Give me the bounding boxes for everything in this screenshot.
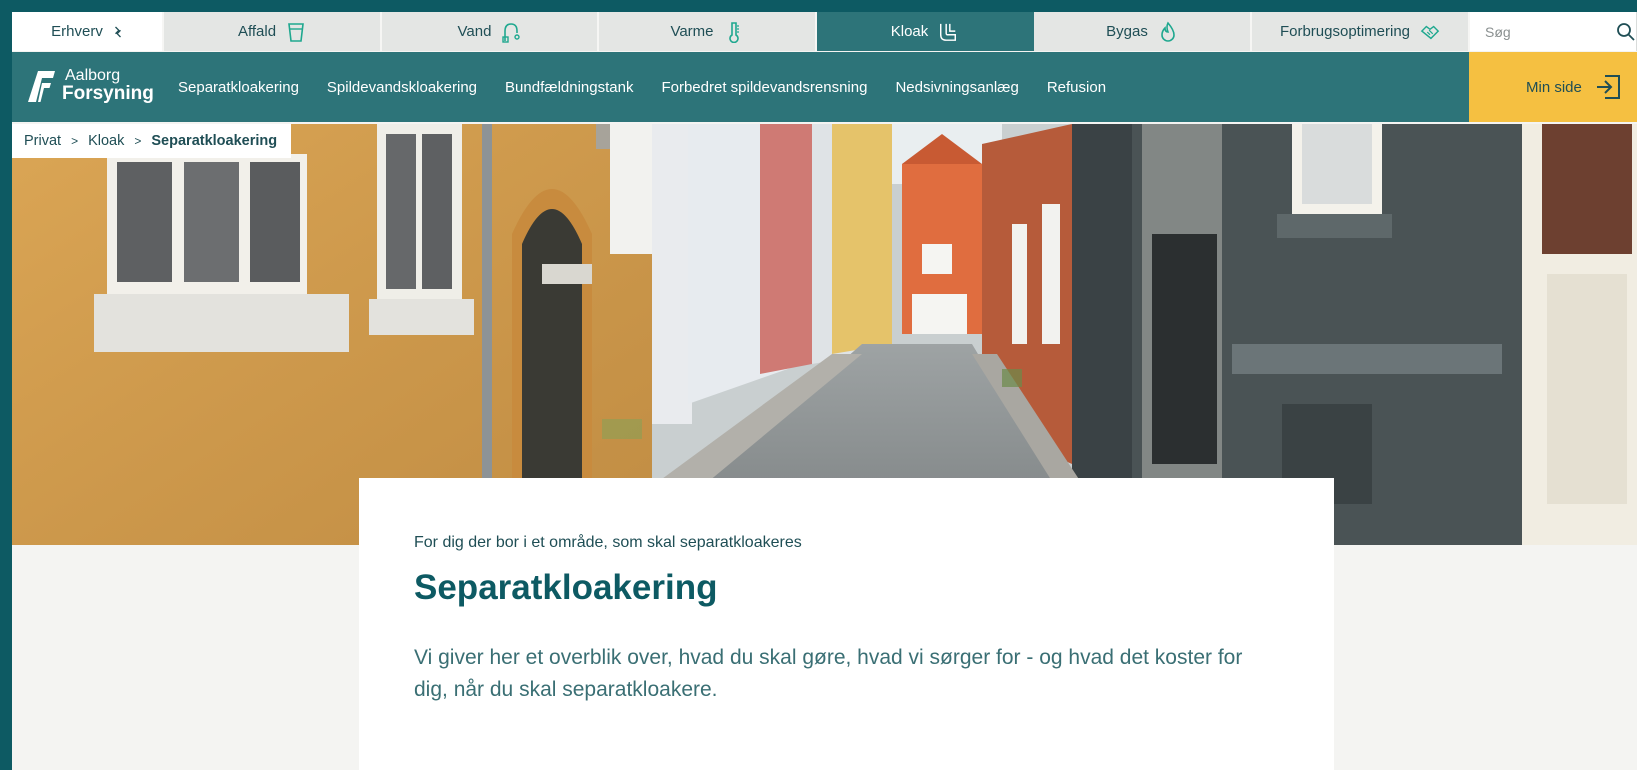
intro-card: For dig der bor i et område, som skal se… xyxy=(359,478,1334,770)
tab-label: Bygas xyxy=(1106,23,1148,40)
breadcrumb-separator: > xyxy=(134,134,142,148)
nav-links: Separatkloakering Spildevandskloakering … xyxy=(178,52,1134,122)
flame-icon xyxy=(1161,21,1175,42)
search-input[interactable] xyxy=(1485,23,1605,40)
handshake-icon xyxy=(1420,25,1440,39)
login-icon xyxy=(1596,75,1620,99)
search-box xyxy=(1470,12,1636,51)
tab-bygas[interactable]: Bygas xyxy=(1034,12,1252,51)
thermometer-icon xyxy=(728,21,739,43)
tap-icon xyxy=(502,22,521,43)
tab-kloak[interactable]: Kloak xyxy=(817,12,1034,51)
nav-item-nedsivningsanlaeg[interactable]: Nedsivningsanlæg xyxy=(895,79,1018,96)
tab-label: Kloak xyxy=(890,23,929,40)
breadcrumb-item-kloak[interactable]: Kloak xyxy=(88,133,124,149)
min-side-label: Min side xyxy=(1526,78,1582,96)
nav-item-spildevandskloakering[interactable]: Spildevandskloakering xyxy=(327,79,477,96)
tab-label: Erhverv xyxy=(51,23,103,40)
logo[interactable]: Aalborg Forsyning xyxy=(25,68,154,103)
nav-item-forbedret-spildevandsrensning[interactable]: Forbedret spildevandsrensning xyxy=(661,79,867,96)
breadcrumb-separator: > xyxy=(71,134,79,148)
tab-varme[interactable]: Varme xyxy=(599,12,817,51)
tab-label: Affald xyxy=(237,23,277,40)
intro-lead: Vi giver her et overblik over, hvad du s… xyxy=(414,646,1243,701)
breadcrumb-current: Separatkloakering xyxy=(151,133,278,149)
min-side-button[interactable]: Min side xyxy=(1469,52,1637,122)
page-title: Separatkloakering xyxy=(414,568,718,607)
nav-item-bundfaeldningstank[interactable]: Bundfældningstank xyxy=(505,79,633,96)
page-frame: Erhverv Affald Vand Varme Kloak Bygas Fo… xyxy=(12,12,1637,770)
tab-label: Varme xyxy=(670,23,714,40)
tab-erhverv[interactable]: Erhverv xyxy=(12,12,164,51)
tab-forbrugsoptimering[interactable]: Forbrugsoptimering xyxy=(1252,12,1470,51)
main-nav: Aalborg Forsyning Separatkloakering Spil… xyxy=(12,52,1637,122)
logo-line-2: Forsyning xyxy=(62,83,154,104)
tab-affald[interactable]: Affald xyxy=(164,12,382,51)
intro-kicker: For dig der bor i et område, som skal se… xyxy=(414,534,802,551)
search-icon[interactable] xyxy=(1616,22,1636,42)
logo-mark-icon xyxy=(28,70,55,102)
bin-icon xyxy=(288,22,304,42)
tab-label: Forbrugsoptimering xyxy=(1279,23,1411,40)
tab-label: Vand xyxy=(457,23,492,40)
logo-line-1: Aalborg xyxy=(65,67,121,84)
tab-vand[interactable]: Vand xyxy=(382,12,599,51)
pipes-icon xyxy=(940,23,957,41)
nav-item-separatkloakering[interactable]: Separatkloakering xyxy=(178,79,299,96)
utility-tabs: Erhverv Affald Vand Varme Kloak Bygas Fo… xyxy=(12,12,1637,51)
nav-item-refusion[interactable]: Refusion xyxy=(1047,79,1106,96)
breadcrumb: Privat > Kloak > Separatkloakering xyxy=(12,124,292,158)
breadcrumb-item-privat[interactable]: Privat xyxy=(24,133,61,149)
swap-arrows-icon xyxy=(114,26,121,37)
